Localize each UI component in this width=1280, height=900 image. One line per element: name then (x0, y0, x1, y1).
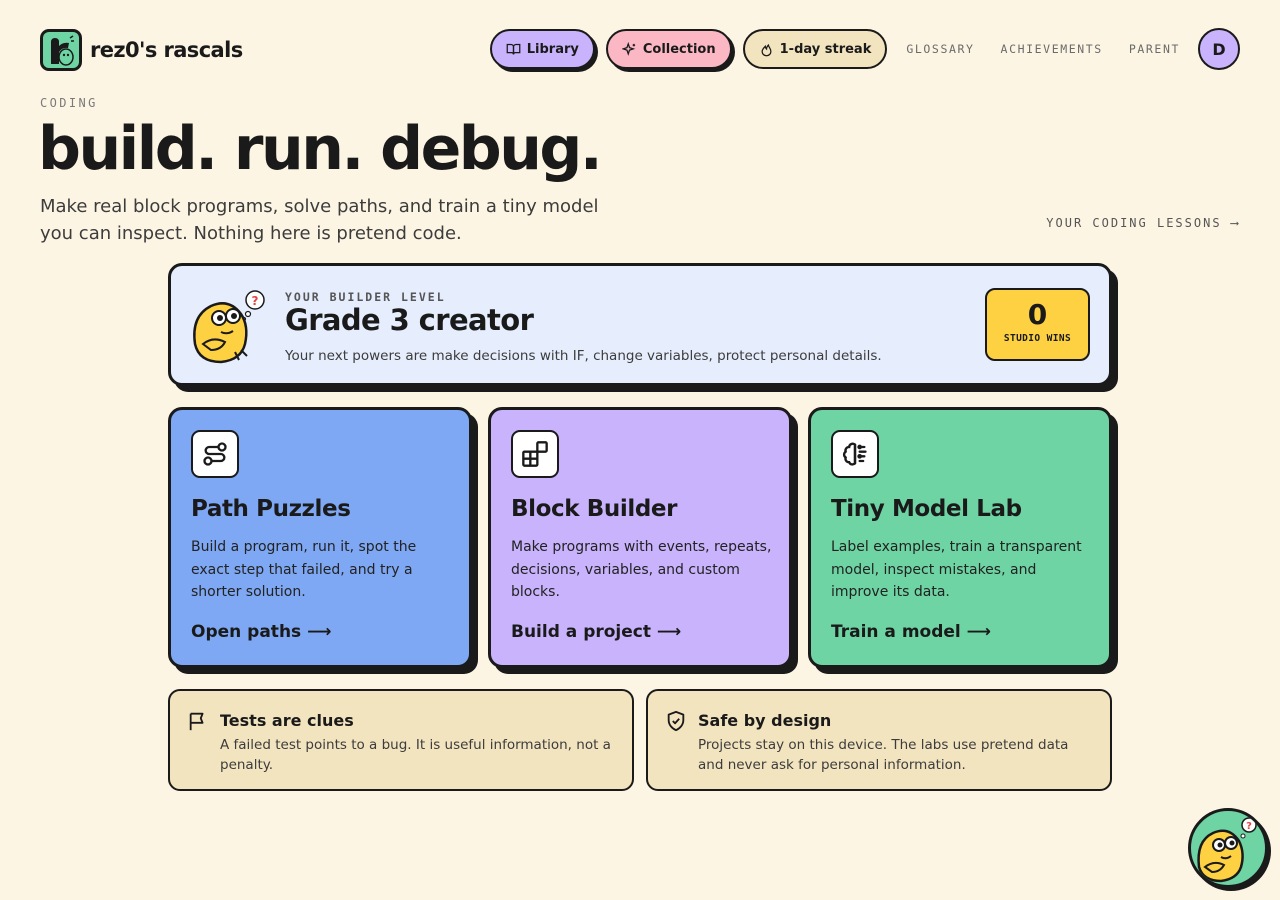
flame-icon (761, 43, 772, 56)
path-puzzles-card[interactable]: Path Puzzles Build a program, run it, sp… (168, 407, 472, 668)
thinking-mascot-icon: ? (189, 286, 271, 370)
collection-button[interactable]: Collection (605, 29, 732, 69)
brand[interactable]: rez0's rascals (40, 29, 243, 71)
studio-wins-count: 0 (1027, 298, 1048, 331)
book-icon (506, 43, 521, 55)
block-builder-card[interactable]: Block Builder Make programs with events,… (488, 407, 792, 668)
nav-link-glossary[interactable]: GLOSSARY (906, 42, 974, 56)
safe-by-design-card: Safe by design Projects stay on this dev… (646, 689, 1112, 791)
studio-wins-badge: 0 STUDIO WINS (985, 288, 1090, 361)
nav-link-achievements[interactable]: ACHIEVEMENTS (1001, 42, 1103, 56)
user-avatar[interactable]: D (1198, 28, 1240, 70)
streak-badge[interactable]: 1-day streak (742, 29, 888, 69)
card-description: Make programs with events, repeats, deci… (511, 539, 772, 600)
info-title: Safe by design (698, 711, 832, 730)
avatar-initial: D (1212, 39, 1226, 59)
rascal-logo-icon (40, 29, 82, 71)
build-project-link[interactable]: Build a project ⟶ (511, 622, 681, 642)
card-description: Build a program, run it, spot the exact … (191, 539, 417, 600)
blocks-icon (511, 430, 559, 478)
tests-are-clues-card: Tests are clues A failed test points to … (168, 689, 634, 791)
card-title: Block Builder (511, 496, 678, 522)
collection-label: Collection (642, 41, 716, 57)
shield-check-icon (665, 710, 687, 736)
card-title: Path Puzzles (191, 496, 351, 522)
top-header: rez0's rascals Library Collection 1-day … (40, 28, 1240, 71)
studio-wins-label: STUDIO WINS (1003, 333, 1072, 344)
svg-text:?: ? (1246, 821, 1252, 832)
builder-level-card: ? YOUR BUILDER LEVEL Grade 3 creator You… (168, 263, 1112, 386)
page-title: build. run. debug. (38, 114, 603, 184)
card-title: Tiny Model Lab (831, 496, 1022, 522)
brand-name: rez0's rascals (90, 38, 243, 62)
level-description: Your next powers are make decisions with… (285, 348, 882, 364)
info-title: Tests are clues (220, 711, 354, 730)
info-description: Projects stay on this device. The labs u… (698, 737, 1069, 773)
mascot-helper-button[interactable]: ? (1188, 808, 1268, 888)
card-description: Label examples, train a transparent mode… (831, 539, 1082, 600)
level-title: Grade 3 creator (285, 303, 534, 337)
path-icon (191, 430, 239, 478)
library-label: Library (526, 41, 579, 57)
sparkles-icon (621, 41, 636, 56)
train-model-link[interactable]: Train a model ⟶ (831, 622, 991, 642)
thinking-mascot-icon: ? (1197, 817, 1257, 883)
nav-link-parent[interactable]: PARENT (1129, 42, 1180, 56)
page-description: Make real block programs, solve paths, a… (40, 196, 599, 244)
info-description: A failed test points to a bug. It is use… (220, 737, 611, 773)
coding-lessons-link[interactable]: YOUR CODING LESSONS ⟶ (1046, 216, 1240, 230)
main-nav: Library Collection 1-day streak GLOSSARY… (489, 28, 1240, 70)
brain-icon (831, 430, 879, 478)
svg-text:?: ? (252, 294, 259, 308)
tiny-model-lab-card[interactable]: Tiny Model Lab Label examples, train a t… (808, 407, 1112, 668)
open-paths-link[interactable]: Open paths ⟶ (191, 622, 331, 642)
library-button[interactable]: Library (489, 29, 595, 69)
section-eyebrow: CODING (40, 96, 98, 110)
flag-icon (187, 710, 209, 736)
level-eyebrow: YOUR BUILDER LEVEL (285, 290, 446, 304)
streak-label: 1-day streak (779, 41, 872, 57)
